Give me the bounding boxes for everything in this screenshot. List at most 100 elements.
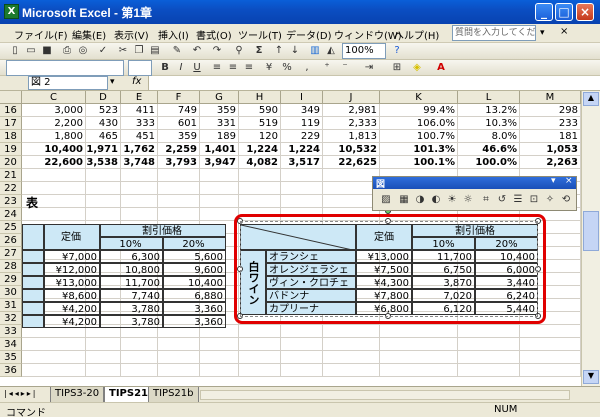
italic-icon[interactable]: I — [174, 61, 188, 75]
row-header[interactable]: 31 — [0, 299, 22, 312]
cell[interactable] — [323, 351, 380, 364]
cell[interactable] — [239, 182, 281, 195]
cell[interactable] — [281, 351, 323, 364]
cell[interactable]: 8.0% — [458, 130, 520, 143]
cell[interactable]: 590 — [239, 104, 281, 117]
left-table-stub[interactable] — [22, 224, 44, 250]
open-icon[interactable]: ▭ — [24, 44, 38, 58]
cell[interactable]: 359 — [158, 130, 200, 143]
cell[interactable] — [86, 338, 121, 351]
picture-toolbar-menu-icon[interactable]: ▾ — [551, 176, 556, 186]
print-icon[interactable]: ⎙ — [60, 44, 74, 58]
cell[interactable]: 181 — [520, 130, 581, 143]
close-button[interactable]: × — [576, 3, 594, 21]
name-box-dropdown-icon[interactable]: ▾ — [110, 77, 115, 87]
cell[interactable] — [22, 351, 86, 364]
left-table-stub[interactable] — [22, 250, 44, 263]
cell[interactable]: 1,401 — [200, 143, 239, 156]
picture-frame[interactable] — [240, 221, 538, 317]
scroll-down-icon[interactable]: ▼ — [583, 370, 599, 384]
hyperlink-icon[interactable]: ⚲ — [232, 44, 246, 58]
redo-icon[interactable]: ↷ — [210, 44, 224, 58]
cell[interactable] — [121, 182, 158, 195]
autosum-icon[interactable]: Σ — [252, 44, 266, 58]
menu-tools[interactable]: ツール(T) — [238, 27, 282, 42]
cell[interactable] — [380, 364, 458, 377]
less-brightness-icon[interactable]: ☼ — [461, 193, 475, 207]
ask-question-input[interactable]: 質問を入力してください — [452, 25, 536, 41]
row-header[interactable]: 17 — [0, 117, 22, 130]
col-header[interactable]: H — [239, 91, 281, 104]
left-table-price[interactable]: ¥12,000 — [44, 263, 100, 276]
cell[interactable] — [86, 208, 121, 221]
cell[interactable] — [281, 169, 323, 182]
copy-icon[interactable]: ❐ — [132, 44, 146, 58]
left-table-pct[interactable]: 20% — [163, 237, 226, 250]
row-header[interactable]: 32 — [0, 312, 22, 325]
menu-data[interactable]: データ(D) — [286, 27, 332, 42]
cell[interactable]: 465 — [86, 130, 121, 143]
cell[interactable] — [458, 338, 520, 351]
col-header[interactable]: D — [86, 91, 121, 104]
insert-picture-icon[interactable]: ▨ — [379, 193, 393, 207]
font-select[interactable] — [6, 60, 124, 76]
left-table-stub[interactable] — [22, 289, 44, 302]
col-header[interactable]: C — [22, 91, 86, 104]
cell[interactable] — [22, 338, 86, 351]
col-header[interactable]: G — [200, 91, 239, 104]
format-picture-icon[interactable]: ✧ — [543, 193, 557, 207]
cell[interactable]: 749 — [158, 104, 200, 117]
cell[interactable] — [121, 195, 158, 208]
cell[interactable] — [520, 325, 581, 338]
cell[interactable] — [458, 351, 520, 364]
cell[interactable]: 229 — [281, 130, 323, 143]
row-header[interactable]: 25 — [0, 221, 22, 234]
left-table-price[interactable]: ¥4,200 — [44, 302, 100, 315]
cell[interactable] — [239, 169, 281, 182]
left-table-d10[interactable]: 6,300 — [100, 250, 163, 263]
cell[interactable] — [239, 338, 281, 351]
maximize-button[interactable]: □ — [555, 3, 573, 21]
align-right-icon[interactable]: ≡ — [242, 61, 256, 75]
cell[interactable]: 99.4% — [380, 104, 458, 117]
cell[interactable]: 331 — [200, 117, 239, 130]
less-contrast-icon[interactable]: ◐ — [429, 193, 443, 207]
cell[interactable]: 411 — [121, 104, 158, 117]
cell[interactable]: 430 — [86, 117, 121, 130]
zoom-select[interactable]: 100% — [342, 43, 386, 59]
menu-help[interactable]: ヘルプ(H) — [394, 27, 439, 42]
cell[interactable] — [380, 351, 458, 364]
cell[interactable] — [158, 182, 200, 195]
spell-icon[interactable]: ✓ — [96, 44, 110, 58]
row-header[interactable]: 21 — [0, 169, 22, 182]
row-header[interactable]: 20 — [0, 156, 22, 169]
col-header[interactable]: E — [121, 91, 158, 104]
select-all-corner[interactable] — [0, 91, 22, 104]
decrease-decimal-icon[interactable]: ⁻ — [338, 61, 352, 75]
row-header[interactable]: 30 — [0, 286, 22, 299]
cell[interactable] — [121, 169, 158, 182]
cell[interactable]: 10,400 — [22, 143, 86, 156]
save-icon[interactable]: ■ — [40, 44, 54, 58]
left-table-d20[interactable]: 5,600 — [163, 250, 226, 263]
menu-edit[interactable]: 編集(E) — [72, 27, 106, 42]
menu-format[interactable]: 書式(O) — [196, 27, 232, 42]
formula-input[interactable] — [148, 76, 600, 90]
menu-window[interactable]: ウィンドウ(W) — [334, 27, 402, 42]
color-icon[interactable]: ▦ — [397, 193, 411, 207]
sort-desc-icon[interactable]: ↓ — [288, 44, 302, 58]
tab-tips21b[interactable]: TIPS21b — [148, 387, 199, 403]
cell[interactable] — [239, 195, 281, 208]
left-table-stub[interactable] — [22, 263, 44, 276]
cell[interactable] — [200, 195, 239, 208]
menu-insert[interactable]: 挿入(I) — [158, 27, 189, 42]
cell[interactable]: 10,532 — [323, 143, 380, 156]
cell[interactable] — [200, 364, 239, 377]
row-header[interactable]: 36 — [0, 364, 22, 377]
fx-icon[interactable]: fx — [132, 76, 141, 87]
left-table-price[interactable]: ¥13,000 — [44, 276, 100, 289]
left-table-d10[interactable]: 3,780 — [100, 315, 163, 328]
cell[interactable] — [520, 338, 581, 351]
paste-icon[interactable]: ▤ — [148, 44, 162, 58]
cell[interactable]: 120 — [239, 130, 281, 143]
